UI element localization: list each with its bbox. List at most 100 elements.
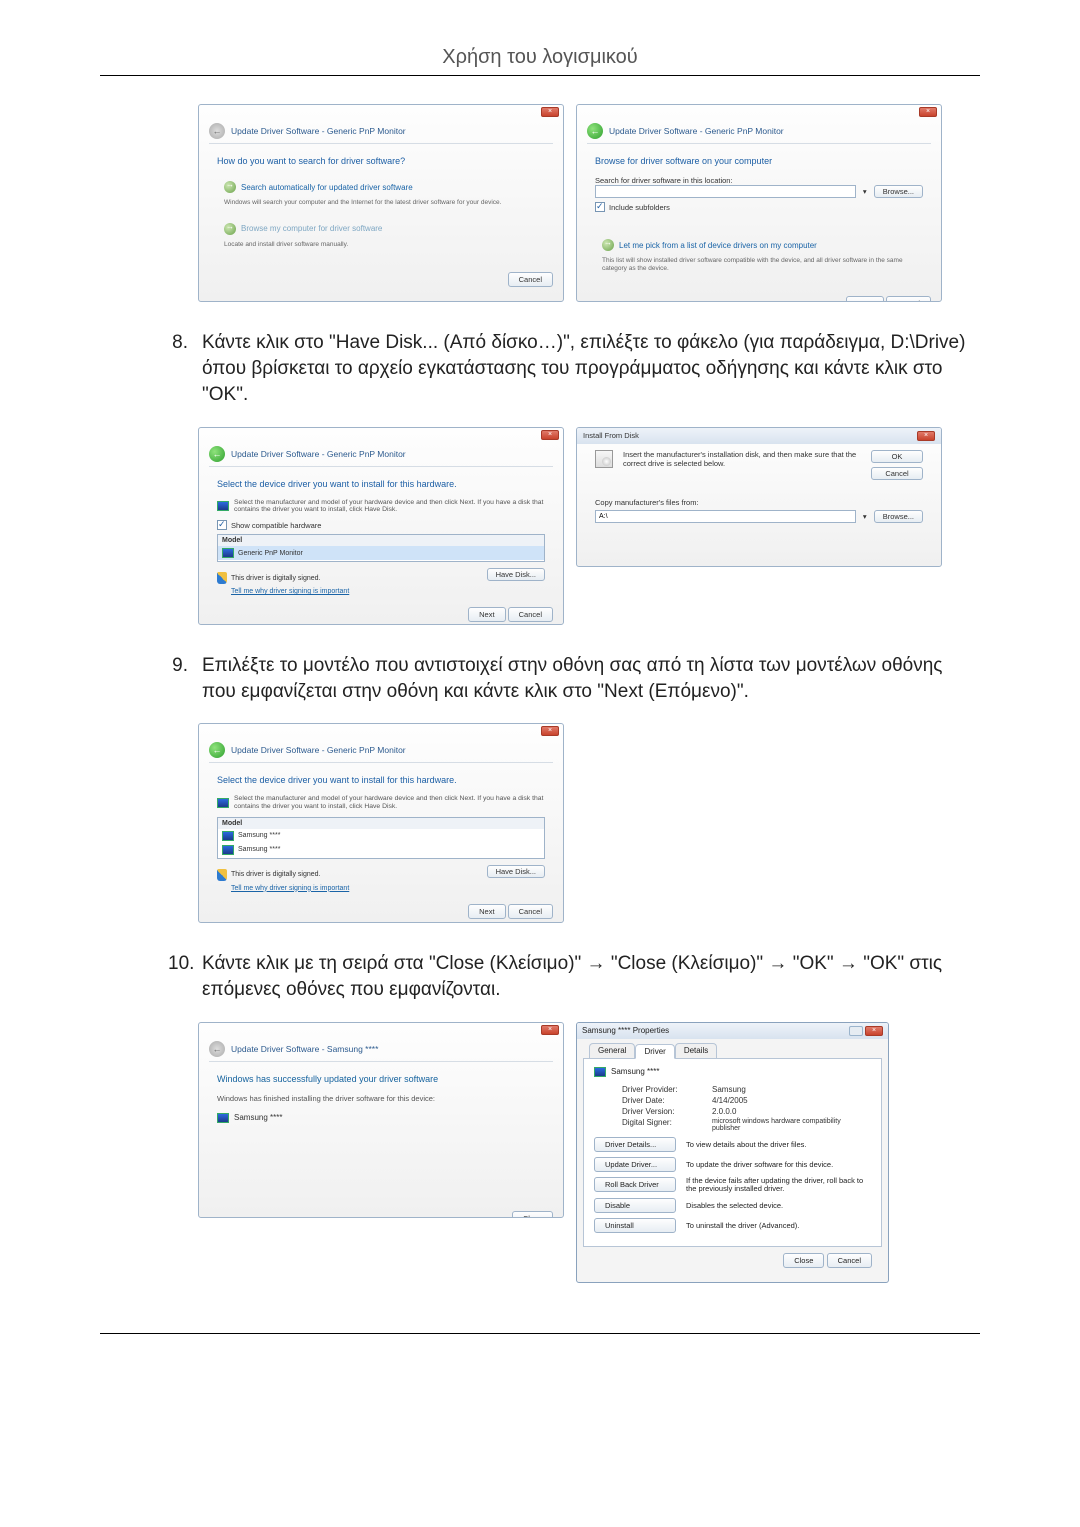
dialog-install-from-disk: Install From Disk × Insert the manufactu… [576, 427, 942, 567]
step-text: Κάντε κλικ με τη σειρά στα "Close (Κλείσ… [202, 951, 980, 1003]
chevron-down-icon[interactable]: ▾ [860, 187, 870, 196]
list-item-label: Samsung **** [238, 832, 280, 839]
ok-button[interactable]: OK [871, 450, 923, 463]
step-text: Επιλέξτε το μοντέλο που αντιστοιχεί στην… [202, 653, 980, 705]
device-name: Samsung **** [611, 1067, 659, 1076]
back-icon[interactable]: ← [209, 742, 225, 758]
cancel-button[interactable]: Cancel [508, 607, 553, 622]
dialog-browse-location: × ← Update Driver Software - Generic PnP… [576, 104, 942, 302]
close-icon[interactable]: × [919, 107, 937, 117]
next-button[interactable]: Next [468, 904, 505, 919]
back-icon: ← [209, 1041, 225, 1057]
chevron-down-icon[interactable]: ▾ [860, 512, 870, 521]
close-icon[interactable]: × [541, 430, 559, 440]
dialog-device-properties: Samsung **** Properties × General Driver… [576, 1022, 889, 1284]
model-list[interactable]: Model Generic PnP Monitor [217, 534, 545, 562]
browse-button[interactable]: Browse... [874, 185, 923, 198]
close-icon[interactable]: × [541, 726, 559, 736]
close-icon[interactable]: × [917, 431, 935, 441]
heading: Windows has successfully updated your dr… [217, 1074, 545, 1084]
device-name: Samsung **** [234, 1113, 282, 1122]
value-provider: Samsung [712, 1085, 746, 1094]
step-number: 8. [168, 330, 202, 409]
option-browse-computer[interactable]: Browse my computer for driver software L… [217, 218, 545, 254]
list-item[interactable]: Samsung **** [218, 843, 544, 857]
list-item[interactable]: Generic PnP Monitor [218, 546, 544, 560]
dialog-title: Install From Disk [583, 431, 639, 440]
next-button[interactable]: Next [846, 296, 883, 302]
update-driver-button[interactable]: Update Driver... [594, 1157, 676, 1172]
tab-general[interactable]: General [589, 1043, 635, 1058]
monitor-icon [222, 845, 234, 855]
driver-details-button[interactable]: Driver Details... [594, 1137, 676, 1152]
uninstall-desc: To uninstall the driver (Advanced). [686, 1221, 871, 1230]
heading: Browse for driver software on your compu… [595, 156, 923, 166]
disable-button[interactable]: Disable [594, 1198, 676, 1213]
cancel-button[interactable]: Cancel [871, 467, 923, 480]
signing-info-link[interactable]: Tell me why driver signing is important [231, 588, 349, 595]
search-label: Search for driver software in this locat… [595, 176, 923, 185]
dialog-search-method: × ← Update Driver Software - Generic PnP… [198, 104, 564, 302]
heading: Select the device driver you want to ins… [217, 479, 545, 489]
monitor-icon [217, 501, 229, 511]
compatible-checkbox[interactable] [217, 520, 227, 530]
close-icon[interactable]: × [541, 107, 559, 117]
dialog-select-driver-samsung: × ← Update Driver Software - Generic PnP… [198, 723, 564, 923]
label-provider: Driver Provider: [622, 1085, 712, 1094]
cancel-button[interactable]: Cancel [508, 904, 553, 919]
tab-driver[interactable]: Driver [635, 1044, 674, 1059]
option-desc: Locate and install driver software manua… [224, 241, 538, 249]
heading: Select the device driver you want to ins… [217, 775, 545, 785]
model-list[interactable]: Model Samsung **** Samsung **** [217, 817, 545, 859]
option-title: Search automatically for updated driver … [241, 183, 413, 192]
include-subfolders-label: Include subfolders [609, 203, 670, 212]
path-input[interactable] [595, 510, 856, 523]
disable-desc: Disables the selected device. [686, 1201, 871, 1210]
uninstall-button[interactable]: Uninstall [594, 1218, 676, 1233]
browse-button[interactable]: Browse... [874, 510, 923, 523]
cancel-button[interactable]: Cancel [827, 1253, 872, 1268]
have-disk-button[interactable]: Have Disk... [487, 865, 545, 878]
arrow-icon [602, 239, 614, 251]
option-title: Browse my computer for driver software [241, 224, 382, 233]
option-desc: Windows will search your computer and th… [224, 199, 538, 207]
signing-info-link[interactable]: Tell me why driver signing is important [231, 885, 349, 892]
column-header: Model [218, 818, 544, 829]
label-date: Driver Date: [622, 1096, 712, 1105]
include-subfolders-checkbox[interactable] [595, 202, 605, 212]
header-rule [100, 75, 980, 76]
option-auto-search[interactable]: Search automatically for updated driver … [217, 176, 545, 212]
monitor-icon [222, 831, 234, 841]
step-number: 10. [168, 951, 202, 1003]
shield-icon [217, 869, 227, 881]
wizard-title: Update Driver Software - Generic PnP Mon… [231, 126, 406, 136]
list-item[interactable]: Samsung **** [218, 829, 544, 843]
help-icon[interactable] [849, 1026, 863, 1036]
copy-from-label: Copy manufacturer's files from: [595, 498, 923, 507]
back-icon[interactable]: ← [209, 446, 225, 462]
next-button[interactable]: Next [468, 607, 505, 622]
driver-details-desc: To view details about the driver files. [686, 1140, 871, 1149]
list-item-label: Generic PnP Monitor [238, 550, 303, 557]
monitor-icon [594, 1067, 606, 1077]
dialog-title: Samsung **** Properties [582, 1026, 669, 1035]
option-pick-from-list[interactable]: Let me pick from a list of device driver… [595, 234, 923, 278]
footer-rule [100, 1333, 980, 1334]
close-icon[interactable]: × [865, 1026, 883, 1036]
success-line: Windows has finished installing the driv… [217, 1094, 545, 1103]
close-icon[interactable]: × [541, 1025, 559, 1035]
cancel-button[interactable]: Cancel [886, 296, 931, 302]
close-button[interactable]: Close [783, 1253, 824, 1268]
have-disk-button[interactable]: Have Disk... [487, 568, 545, 581]
step-number: 9. [168, 653, 202, 705]
back-icon[interactable]: ← [587, 123, 603, 139]
dialog-update-success: × ← Update Driver Software - Samsung ***… [198, 1022, 564, 1218]
roll-back-button[interactable]: Roll Back Driver [594, 1177, 676, 1192]
close-button[interactable]: Close [512, 1211, 553, 1218]
path-input[interactable] [595, 185, 856, 198]
wizard-title: Update Driver Software - Generic PnP Mon… [231, 745, 406, 755]
option-title: Let me pick from a list of device driver… [619, 241, 817, 250]
cancel-button[interactable]: Cancel [508, 272, 553, 287]
dialog-select-driver-generic: × ← Update Driver Software - Generic PnP… [198, 427, 564, 625]
tab-details[interactable]: Details [675, 1043, 717, 1058]
